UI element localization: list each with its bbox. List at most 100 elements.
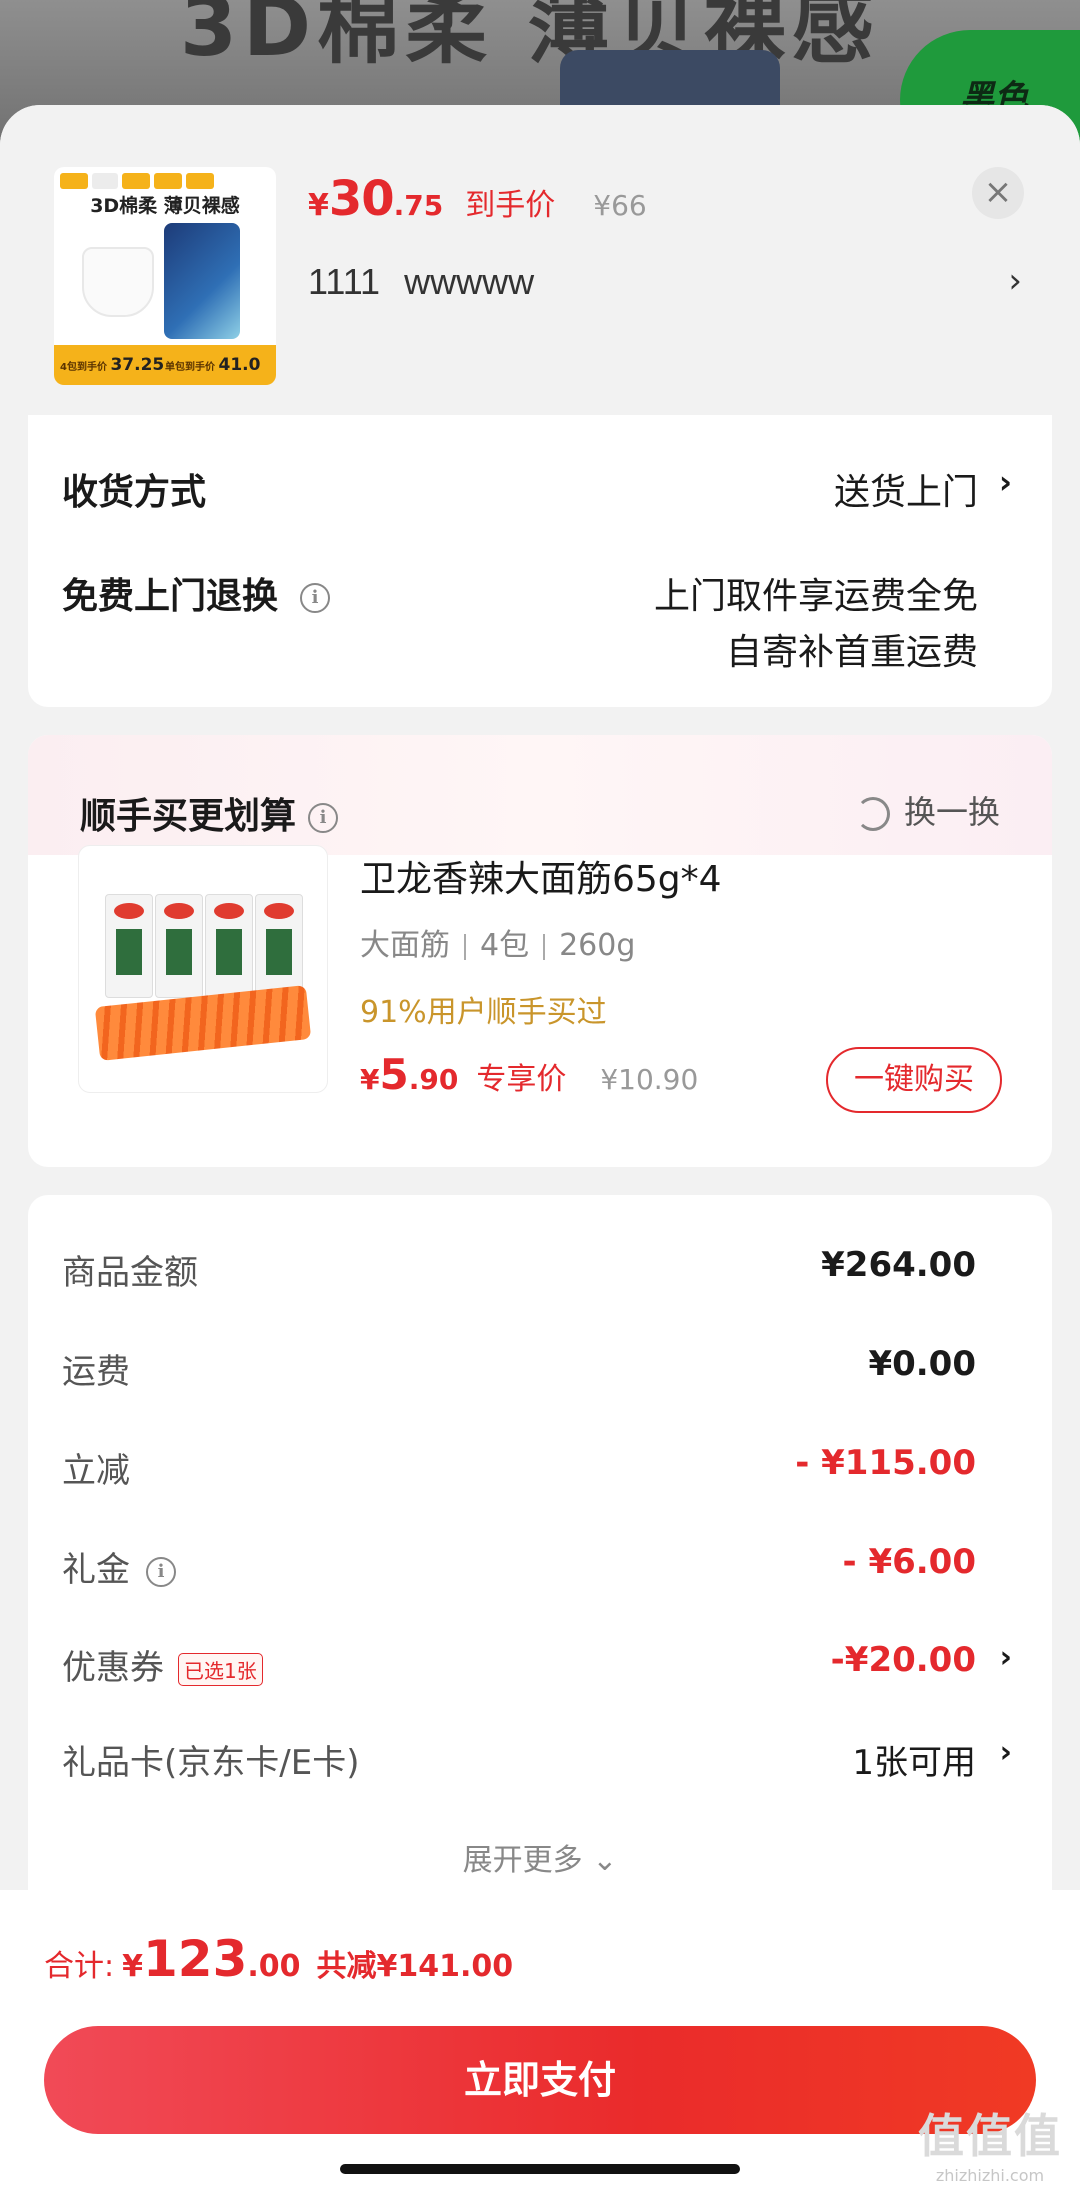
fee-label-coupon[interactable]: 优惠券 已选1张: [62, 1640, 263, 1689]
original-price: ¥66: [593, 189, 647, 222]
free-return-line2: 自寄补首重运费: [725, 632, 978, 673]
delivery-method-label: 收货方式: [62, 472, 207, 513]
chevron-right-icon[interactable]: ›: [1008, 261, 1022, 301]
price-integer: 30: [328, 171, 395, 227]
upsell-price: ¥ 5 .90 专享价 ¥10.90: [360, 1050, 698, 1099]
snack-pack-image: [205, 894, 253, 998]
info-icon[interactable]: i: [300, 583, 331, 613]
original-price: ¥10.90: [600, 1063, 699, 1096]
price-currency: ¥: [308, 188, 329, 223]
thumbnail-price-strip: 4包到手价 37.25 单包到手价 41.0: [54, 345, 276, 385]
chevron-right-icon[interactable]: ›: [1000, 1735, 1012, 1770]
fee-label-instant-discount: 立减: [62, 1451, 130, 1491]
thumbnail-price-right: 单包到手价 41.0: [165, 355, 270, 375]
bottom-pay-bar: 合计: ¥ 123 .00 共减¥141.00 立即支付 值值值 zhizhiz…: [0, 1890, 1080, 2191]
upsell-card: 顺手买更划算 i 换一换 卫龙香辣大面筋65g*4 大面筋 4包 260g 91%用户…: [28, 735, 1052, 1167]
upsell-product-image[interactable]: [78, 845, 328, 1093]
info-icon[interactable]: i: [308, 803, 339, 833]
free-return-label: 免费上门退换 i: [62, 567, 331, 619]
spec-divider: [543, 933, 546, 960]
price-tag: 到手价: [465, 188, 556, 223]
fee-label-shipping: 运费: [62, 1352, 130, 1392]
thumbnail-package-image: [164, 223, 240, 339]
spec-number: 1111: [308, 261, 381, 302]
product-header: 3D棉柔 薄贝裸感 4包到手价 37.25 单包到手价 41.0 ¥ 30 .7…: [0, 105, 1080, 415]
chevron-right-icon[interactable]: ›: [1000, 1640, 1012, 1675]
brand-tag: [154, 173, 182, 189]
delivery-method-value[interactable]: 送货上门: [834, 463, 978, 515]
refresh-button[interactable]: 换一换: [855, 787, 1000, 833]
upsell-product-name[interactable]: 卫龙香辣大面筋65g*4: [360, 850, 722, 902]
checkout-sheet: 3D棉柔 薄贝裸感 4包到手价 37.25 单包到手价 41.0 ¥ 30 .7…: [0, 105, 1080, 2191]
order-total: 合计: ¥ 123 .00 共减¥141.00: [44, 1930, 513, 1988]
pay-now-button[interactable]: 立即支付: [44, 2026, 1036, 2134]
chevron-right-icon[interactable]: ›: [999, 463, 1012, 501]
spec-part: 4包: [480, 928, 530, 963]
fee-value-gift-money: - ¥6.00: [842, 1542, 977, 1582]
price-integer: 5: [379, 1050, 409, 1099]
fee-value-shipping: ¥0.00: [868, 1344, 976, 1384]
price-currency: ¥: [360, 1063, 380, 1096]
fee-value-instant-discount: - ¥115.00: [795, 1443, 976, 1483]
total-currency: ¥: [122, 1949, 143, 1984]
price-tag: 专享价: [476, 1062, 567, 1097]
coupon-selected-badge: 已选1张: [178, 1653, 263, 1686]
upsell-product-spec: 大面筋 4包 260g: [360, 920, 635, 964]
price-decimal: .90: [408, 1063, 459, 1096]
thumbnail-title: 3D棉柔 薄贝裸感: [90, 195, 240, 217]
fee-label-subtotal: 商品金额: [62, 1253, 198, 1293]
watermark-text: 值值值: [918, 2109, 1062, 2163]
snack-pack-image: [105, 894, 153, 998]
brand-tag: [92, 173, 118, 189]
refresh-label: 换一换: [903, 793, 1000, 831]
home-indicator[interactable]: [340, 2164, 740, 2174]
fee-value-subtotal: ¥264.00: [821, 1245, 976, 1285]
snack-pack-image: [155, 894, 203, 998]
free-return-text: 免费上门退换: [62, 576, 279, 617]
total-integer: 123: [142, 1930, 248, 1988]
total-decimal: .00: [247, 1949, 301, 1984]
brand-tag: [60, 173, 88, 189]
thumbnail-price-left-label: 4包到手价: [60, 362, 107, 373]
refresh-icon: [855, 797, 890, 831]
gift-money-text: 礼金: [62, 1550, 130, 1590]
fee-label-gift-card[interactable]: 礼品卡(京东卡/E卡): [62, 1735, 359, 1784]
spec-divider: [464, 933, 466, 960]
spec-part: 260g: [559, 928, 636, 963]
snack-pack-image: [255, 894, 303, 998]
expand-more-label: 展开更多: [462, 1843, 583, 1878]
thumbnail-price-right-value: 41.0: [218, 355, 261, 375]
free-return-line1: 上门取件享运费全免: [653, 576, 978, 617]
total-label: 合计:: [44, 1949, 115, 1984]
upsell-hint: 91%用户顺手买过: [360, 995, 607, 1030]
selected-spec[interactable]: 1111 wwwww: [308, 261, 534, 303]
fee-value-coupon[interactable]: -¥20.00: [831, 1640, 976, 1680]
upsell-title: 顺手买更划算 i: [80, 787, 339, 839]
spec-part: 大面筋: [360, 928, 450, 963]
close-icon: ×: [983, 172, 1013, 212]
product-thumbnail[interactable]: 3D棉柔 薄贝裸感 4包到手价 37.25 单包到手价 41.0: [54, 167, 276, 385]
brand-tag: [186, 173, 214, 189]
spec-name: wwwww: [404, 261, 535, 302]
thumbnail-price-left: 4包到手价 37.25: [60, 355, 165, 375]
close-button[interactable]: ×: [972, 167, 1024, 219]
total-saved[interactable]: 共减¥141.00: [317, 1941, 514, 1985]
watermark: 值值值 zhizhizhi.com: [918, 2100, 1062, 2185]
thumbnail-price-right-label: 单包到手价: [165, 362, 215, 373]
thumbnail-brand-tags: [60, 173, 214, 189]
thumbnail-diaper-image: [82, 247, 154, 317]
watermark-url: zhizhizhi.com: [935, 2166, 1045, 2185]
thumbnail-price-left-value: 37.25: [110, 355, 165, 375]
one-click-buy-button[interactable]: 一键购买: [826, 1047, 1002, 1113]
expand-more-button[interactable]: 展开更多 ⌄: [28, 1835, 1052, 1879]
info-icon[interactable]: i: [146, 1556, 176, 1587]
upsell-title-text: 顺手买更划算: [80, 796, 297, 837]
fee-value-gift-card[interactable]: 1张可用: [852, 1735, 976, 1784]
brand-tag: [122, 173, 150, 189]
chevron-down-icon: ⌄: [582, 1843, 618, 1878]
price-decimal: .75: [393, 189, 444, 222]
delivery-card: 收货方式 送货上门 › 免费上门退换 i 上门取件享运费全免 自寄补首重运费: [28, 415, 1052, 707]
fee-label-gift-money: 礼金 i: [62, 1542, 176, 1591]
coupon-text: 优惠券: [62, 1648, 164, 1688]
product-price: ¥ 30 .75 到手价 ¥66: [308, 171, 647, 231]
